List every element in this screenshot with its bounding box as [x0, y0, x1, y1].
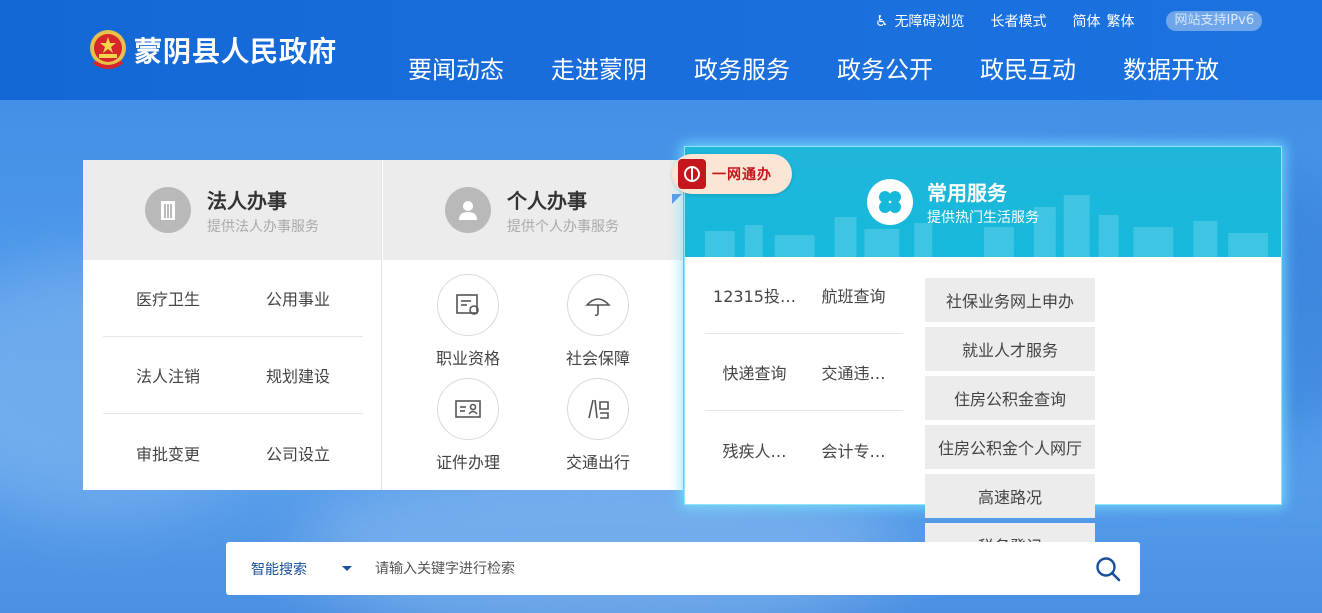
accessibility-link[interactable]: ♿ 无障碍浏览 — [875, 11, 964, 31]
language-switch: 简体 繁体 — [1072, 11, 1140, 31]
service-button[interactable]: 就业人才服务 — [925, 327, 1095, 371]
common-services-panel: 常用服务 提供热门生活服务 12315投… 航班查询 快递查询 交通违… 残疾人… 会… — [684, 146, 1282, 567]
wheelchair-icon: ♿ — [875, 12, 889, 30]
personal-affairs-subtitle: 提供个人办事服务 — [507, 218, 619, 235]
common-link[interactable]: 快递查询 — [705, 360, 804, 384]
common-services-title: 常用服务 — [927, 181, 1007, 205]
personal-item-qualification[interactable]: 职业资格 — [403, 274, 533, 378]
common-link[interactable]: 残疾人… — [705, 438, 804, 462]
traditional-link[interactable]: 繁体 — [1106, 11, 1134, 31]
seal-icon — [678, 159, 706, 189]
legal-affairs-column: 法人办事 提供法人办事服务 医疗卫生 公用事业 法人注销 规划建设 审批变更 公司设立 — [83, 160, 382, 490]
site-logo[interactable]: 蒙阴县人民政府 — [88, 28, 337, 72]
site-title: 蒙阴县人民政府 — [134, 35, 338, 68]
legal-link[interactable]: 审批变更 — [103, 441, 233, 465]
nav-item-interaction[interactable]: 政民互动 — [980, 50, 1076, 85]
nav-item-news[interactable]: 要闻动态 — [408, 50, 504, 85]
building-icon — [145, 187, 191, 233]
common-link[interactable]: 交通违… — [804, 360, 903, 384]
one-network-badge[interactable]: 一网通办 — [672, 154, 792, 194]
chevron-down-icon[interactable] — [342, 566, 352, 571]
legal-affairs-links: 医疗卫生 公用事业 法人注销 规划建设 审批变更 公司设立 — [103, 260, 363, 491]
service-button[interactable]: 社保业务网上申办 — [925, 278, 1095, 322]
personal-affairs-column: 个人办事 提供个人办事服务 职业资格 社会保障 证件办理 交通出行 — [383, 160, 683, 490]
personal-item-transport[interactable]: 交通出行 — [533, 378, 663, 482]
nav-item-open-data[interactable]: 数据开放 — [1123, 50, 1219, 85]
personal-affairs-title: 个人办事 — [507, 188, 587, 213]
id-card-icon — [437, 378, 499, 440]
ipv6-badge: 网站支持IPv6 — [1166, 11, 1263, 31]
simplified-link[interactable]: 简体 — [1072, 11, 1100, 31]
common-services-buttons: 社保业务网上申办 就业人才服务 住房公积金查询 住房公积金个人网厅 高速路况 税… — [925, 278, 1270, 572]
legal-affairs-title: 法人办事 — [207, 188, 287, 213]
site-header: 蒙阴县人民政府 ♿ 无障碍浏览 长者模式 简体 繁体 网站支持IPv6 要闻动态… — [0, 0, 1322, 100]
common-link[interactable]: 12315投… — [705, 283, 804, 307]
personal-item-social-security[interactable]: 社会保障 — [533, 274, 663, 378]
common-services-links: 12315投… 航班查询 快递查询 交通违… 残疾人… 会计专… — [705, 257, 903, 488]
badge-tail — [672, 194, 682, 204]
search-button[interactable] — [1094, 555, 1122, 583]
umbrella-icon — [567, 274, 629, 336]
personal-item-label: 社会保障 — [565, 349, 630, 368]
legal-link[interactable]: 公用事业 — [233, 286, 363, 310]
road-icon — [567, 378, 629, 440]
nav-item-about[interactable]: 走进蒙阴 — [551, 50, 647, 85]
common-services-subtitle: 提供热门生活服务 — [927, 210, 1039, 226]
common-link[interactable]: 航班查询 — [804, 283, 903, 307]
legal-link[interactable]: 医疗卫生 — [103, 286, 233, 310]
clover-icon — [867, 179, 913, 225]
legal-link[interactable]: 法人注销 — [103, 363, 233, 387]
search-scope-select[interactable]: 智能搜索 — [251, 559, 321, 579]
personal-item-id-card[interactable]: 证件办理 — [403, 378, 533, 482]
nav-item-disclosure[interactable]: 政务公开 — [837, 50, 933, 85]
top-links: ♿ 无障碍浏览 长者模式 简体 繁体 网站支持IPv6 — [875, 11, 1263, 31]
nav-item-services[interactable]: 政务服务 — [694, 50, 790, 85]
person-icon — [445, 187, 491, 233]
personal-item-label: 职业资格 — [435, 349, 500, 368]
service-button[interactable]: 住房公积金个人网厅 — [925, 425, 1095, 469]
search-icon — [1096, 557, 1121, 582]
common-link[interactable]: 会计专… — [804, 438, 903, 462]
badge-text: 一网通办 — [712, 167, 772, 183]
service-button[interactable]: 住房公积金查询 — [925, 376, 1095, 420]
personal-affairs-header[interactable]: 个人办事 提供个人办事服务 — [383, 160, 683, 260]
elder-mode-link[interactable]: 长者模式 — [990, 11, 1046, 31]
certificate-icon — [437, 274, 499, 336]
main-nav: 要闻动态 走进蒙阴 政务服务 政务公开 政民互动 数据开放 — [408, 50, 1266, 85]
legal-affairs-subtitle: 提供法人办事服务 — [207, 218, 319, 235]
personal-affairs-items: 职业资格 社会保障 证件办理 交通出行 — [403, 274, 663, 482]
national-emblem-icon — [88, 28, 128, 72]
search-input[interactable] — [375, 560, 1075, 577]
personal-item-label: 证件办理 — [435, 453, 500, 472]
legal-link[interactable]: 规划建设 — [233, 363, 363, 387]
service-button[interactable]: 高速路况 — [925, 474, 1095, 518]
search-bar: 智能搜索 — [226, 542, 1140, 595]
accessibility-label: 无障碍浏览 — [894, 14, 965, 30]
service-panel: 法人办事 提供法人办事服务 医疗卫生 公用事业 法人注销 规划建设 审批变更 公司设立… — [83, 160, 683, 490]
legal-link[interactable]: 公司设立 — [233, 441, 363, 465]
personal-item-label: 交通出行 — [565, 453, 630, 472]
legal-affairs-header[interactable]: 法人办事 提供法人办事服务 — [83, 160, 381, 260]
